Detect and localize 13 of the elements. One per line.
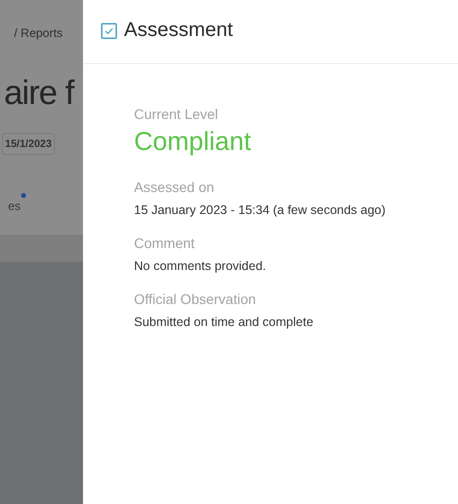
tab[interactable]: es	[8, 199, 21, 213]
field-label: Comment	[134, 235, 196, 251]
field-value: Submitted on time and complete	[134, 315, 314, 329]
breadcrumb[interactable]: / Reports	[14, 26, 83, 40]
date-chip: 15/1/2023	[2, 133, 55, 155]
level-value: Compliant	[134, 126, 252, 157]
field-label: Assessed on	[134, 179, 216, 195]
field-label: Current Level	[134, 106, 220, 122]
drawer-title: Assessment	[124, 19, 233, 42]
field-value: No comments provided.	[134, 259, 268, 273]
field-label: Official Observation	[134, 291, 257, 307]
page-title: aire f	[4, 74, 76, 113]
field-value: 15 January 2023 - 15:34 (a few seconds ago)	[134, 203, 387, 217]
